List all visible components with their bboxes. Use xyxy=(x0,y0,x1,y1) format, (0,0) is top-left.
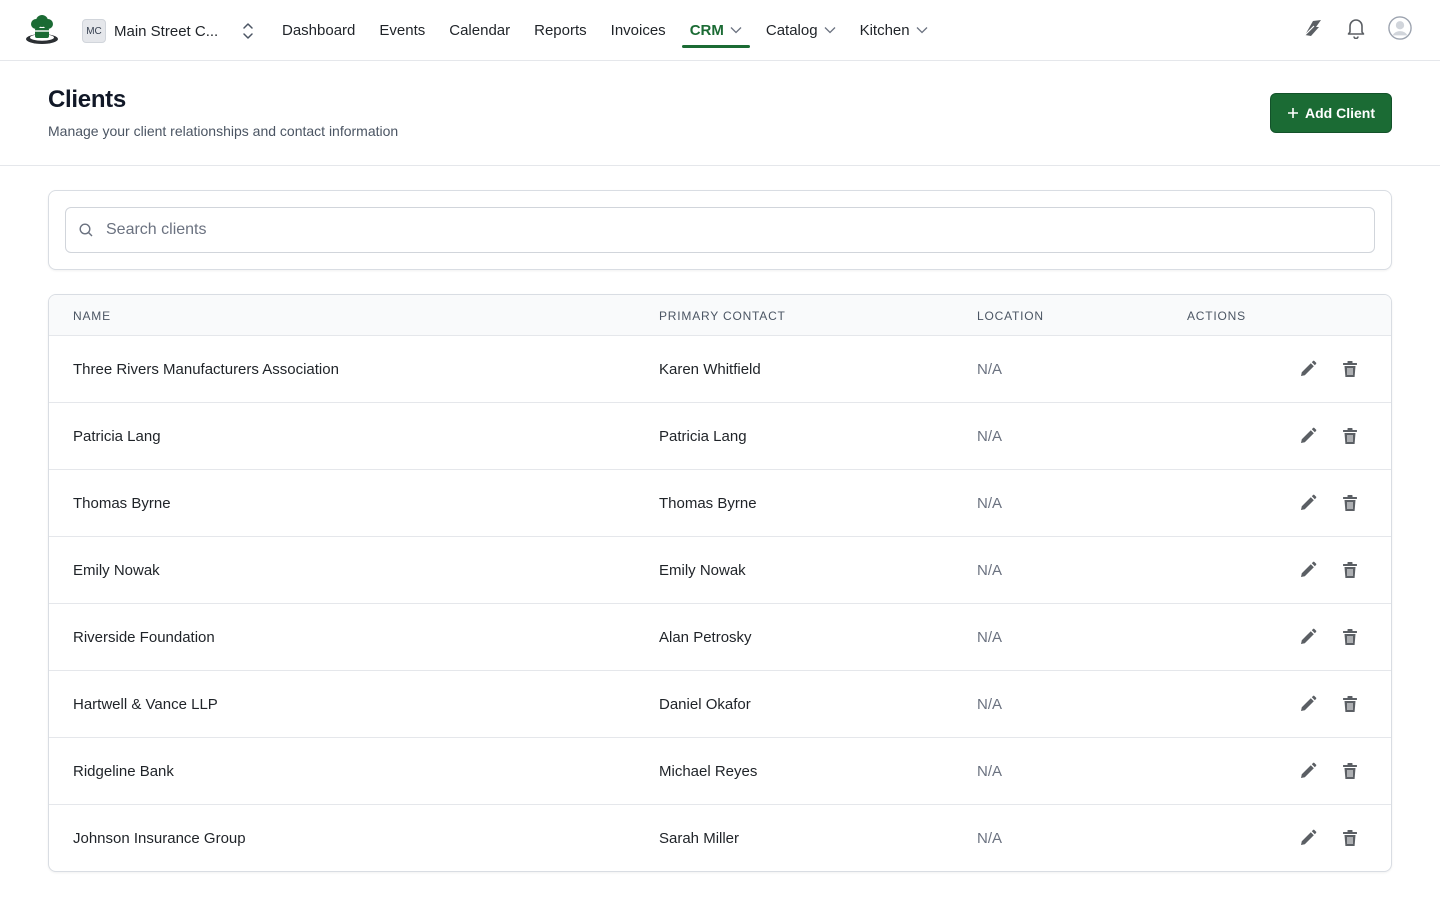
nav-dashboard-label: Dashboard xyxy=(282,21,356,39)
client-name: Riverside Foundation xyxy=(73,629,215,646)
nav-crm-label: CRM xyxy=(689,21,724,39)
nav-crm[interactable]: CRM xyxy=(678,0,754,60)
column-header-name: NAME xyxy=(73,309,111,323)
page-header: Clients Manage your client relationships… xyxy=(0,61,1440,166)
search-input[interactable] xyxy=(106,221,1306,239)
search-icon xyxy=(79,223,93,237)
client-name: Ridgeline Bank xyxy=(73,763,174,780)
edit-pencil-icon[interactable] xyxy=(1297,559,1319,581)
table-row[interactable]: Three Rivers Manufacturers Association K… xyxy=(49,336,1391,403)
nav-catalog[interactable]: Catalog xyxy=(754,0,848,60)
add-client-button[interactable]: Add Client xyxy=(1270,93,1392,133)
org-name: Main Street C... xyxy=(114,22,219,40)
table-header: NAME PRIMARY CONTACT LOCATION ACTIONS xyxy=(49,295,1391,336)
table-row[interactable]: Patricia Lang Patricia Lang N/A xyxy=(49,403,1391,470)
client-location: N/A xyxy=(977,361,1003,378)
chevron-down-icon xyxy=(916,27,928,34)
client-primary-contact: Daniel Okafor xyxy=(659,696,751,713)
nav-events[interactable]: Events xyxy=(367,0,437,60)
client-location: N/A xyxy=(977,495,1003,512)
table-row[interactable]: Emily Nowak Emily Nowak N/A xyxy=(49,537,1391,604)
org-badge: MC xyxy=(82,19,106,43)
edit-pencil-icon[interactable] xyxy=(1297,693,1319,715)
nav-catalog-label: Catalog xyxy=(765,21,818,39)
client-name: Emily Nowak xyxy=(73,562,160,579)
nav-invoices-label: Invoices xyxy=(610,21,666,39)
client-location: N/A xyxy=(977,830,1003,847)
table-row[interactable]: Thomas Byrne Thomas Byrne N/A xyxy=(49,470,1391,537)
search-box[interactable] xyxy=(65,207,1375,253)
edit-pencil-icon[interactable] xyxy=(1297,492,1319,514)
delete-trash-icon[interactable] xyxy=(1339,559,1361,581)
client-primary-contact: Michael Reyes xyxy=(659,763,758,780)
main-nav: Dashboard Events Calendar Reports Invoic… xyxy=(270,0,940,60)
chevron-down-icon xyxy=(824,27,836,34)
chef-hat-logo-icon[interactable] xyxy=(24,14,60,46)
nav-kitchen[interactable]: Kitchen xyxy=(848,0,940,60)
client-primary-contact: Emily Nowak xyxy=(659,562,746,579)
edit-pencil-icon[interactable] xyxy=(1297,425,1319,447)
delete-trash-icon[interactable] xyxy=(1339,358,1361,380)
bell-icon[interactable] xyxy=(1344,16,1368,40)
column-header-location: LOCATION xyxy=(977,309,1044,323)
nav-reports-label: Reports xyxy=(534,21,587,39)
table-body: Three Rivers Manufacturers Association K… xyxy=(49,336,1391,871)
page-title: Clients xyxy=(48,86,126,113)
clients-table: NAME PRIMARY CONTACT LOCATION ACTIONS Th… xyxy=(48,294,1392,872)
client-primary-contact: Alan Petrosky xyxy=(659,629,752,646)
chevron-up-down-icon[interactable] xyxy=(240,22,256,40)
nav-dashboard[interactable]: Dashboard xyxy=(270,0,367,60)
column-header-contact: PRIMARY CONTACT xyxy=(659,309,786,323)
column-header-actions: ACTIONS xyxy=(1187,309,1246,323)
edit-pencil-icon[interactable] xyxy=(1297,827,1319,849)
edit-pencil-icon[interactable] xyxy=(1297,358,1319,380)
nav-invoices[interactable]: Invoices xyxy=(599,0,678,60)
client-location: N/A xyxy=(977,629,1003,646)
delete-trash-icon[interactable] xyxy=(1339,492,1361,514)
table-row[interactable]: Johnson Insurance Group Sarah Miller N/A xyxy=(49,805,1391,871)
search-card xyxy=(48,190,1392,270)
client-primary-contact: Sarah Miller xyxy=(659,830,740,847)
plus-icon xyxy=(1288,108,1298,118)
nav-kitchen-label: Kitchen xyxy=(859,21,910,39)
feather-icon[interactable] xyxy=(1300,16,1324,40)
client-name: Patricia Lang xyxy=(73,428,161,445)
client-location: N/A xyxy=(977,696,1003,713)
nav-events-label: Events xyxy=(379,21,426,39)
client-location: N/A xyxy=(977,763,1003,780)
client-primary-contact: Karen Whitfield xyxy=(659,361,761,378)
add-client-label: Add Client xyxy=(1305,105,1375,121)
client-name: Thomas Byrne xyxy=(73,495,171,512)
chevron-down-icon xyxy=(730,27,742,34)
client-primary-contact: Patricia Lang xyxy=(659,428,747,445)
client-name: Hartwell & Vance LLP xyxy=(73,696,218,713)
table-row[interactable]: Ridgeline Bank Michael Reyes N/A xyxy=(49,738,1391,805)
nav-right-actions xyxy=(1300,16,1412,40)
client-name: Johnson Insurance Group xyxy=(73,830,246,847)
client-location: N/A xyxy=(977,562,1003,579)
edit-pencil-icon[interactable] xyxy=(1297,626,1319,648)
delete-trash-icon[interactable] xyxy=(1339,425,1361,447)
user-avatar-icon[interactable] xyxy=(1388,16,1412,40)
nav-calendar-label: Calendar xyxy=(449,21,511,39)
delete-trash-icon[interactable] xyxy=(1339,693,1361,715)
delete-trash-icon[interactable] xyxy=(1339,760,1361,782)
client-primary-contact: Thomas Byrne xyxy=(659,495,757,512)
edit-pencil-icon[interactable] xyxy=(1297,760,1319,782)
nav-calendar[interactable]: Calendar xyxy=(437,0,522,60)
table-row[interactable]: Riverside Foundation Alan Petrosky N/A xyxy=(49,604,1391,671)
nav-reports[interactable]: Reports xyxy=(522,0,599,60)
org-selector[interactable]: MC Main Street C... xyxy=(82,19,226,43)
delete-trash-icon[interactable] xyxy=(1339,827,1361,849)
delete-trash-icon[interactable] xyxy=(1339,626,1361,648)
client-location: N/A xyxy=(977,428,1003,445)
page-subtitle: Manage your client relationships and con… xyxy=(48,123,399,139)
top-navbar: MC Main Street C... Dashboard Events Cal… xyxy=(0,0,1440,61)
table-row[interactable]: Hartwell & Vance LLP Daniel Okafor N/A xyxy=(49,671,1391,738)
client-name: Three Rivers Manufacturers Association xyxy=(73,361,339,378)
